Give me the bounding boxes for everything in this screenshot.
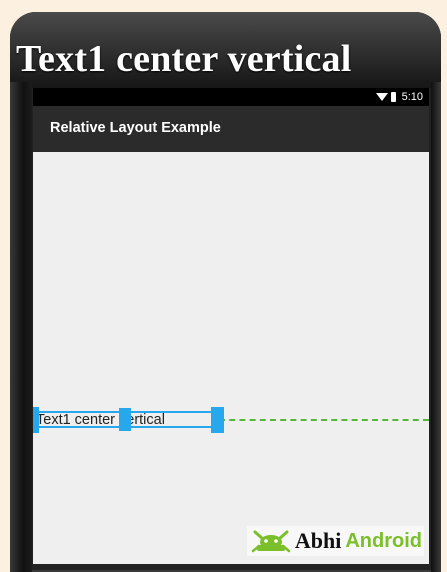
battery-icon xyxy=(390,92,396,102)
resize-handle-left[interactable] xyxy=(33,407,39,433)
wifi-icon xyxy=(375,93,388,101)
status-time: 5:10 xyxy=(401,91,423,103)
status-bar: 5:10 xyxy=(33,88,429,106)
headline-caption: Text1 center vertical xyxy=(16,38,352,80)
phone-left-bezel xyxy=(10,82,32,572)
action-bar: Relative Layout Example xyxy=(33,106,429,152)
status-icons: 5:10 xyxy=(375,89,423,105)
center-vertical-guide-line xyxy=(219,419,429,421)
action-bar-title: Relative Layout Example xyxy=(50,120,221,136)
logo-text-android: Android xyxy=(345,530,422,552)
resize-handle-middle[interactable] xyxy=(119,408,131,431)
resize-handle-right[interactable] xyxy=(211,407,224,433)
relative-layout-canvas[interactable]: Text1 center vertical xyxy=(33,152,429,564)
abhiandroid-logo: Abhi Android xyxy=(246,526,424,556)
logo-text-abhi: Abhi xyxy=(294,528,342,553)
phone-right-bezel xyxy=(431,82,441,572)
device-screen: 5:10 Relative Layout Example Text1 cente… xyxy=(33,88,429,564)
android-robot-icon xyxy=(251,530,291,553)
